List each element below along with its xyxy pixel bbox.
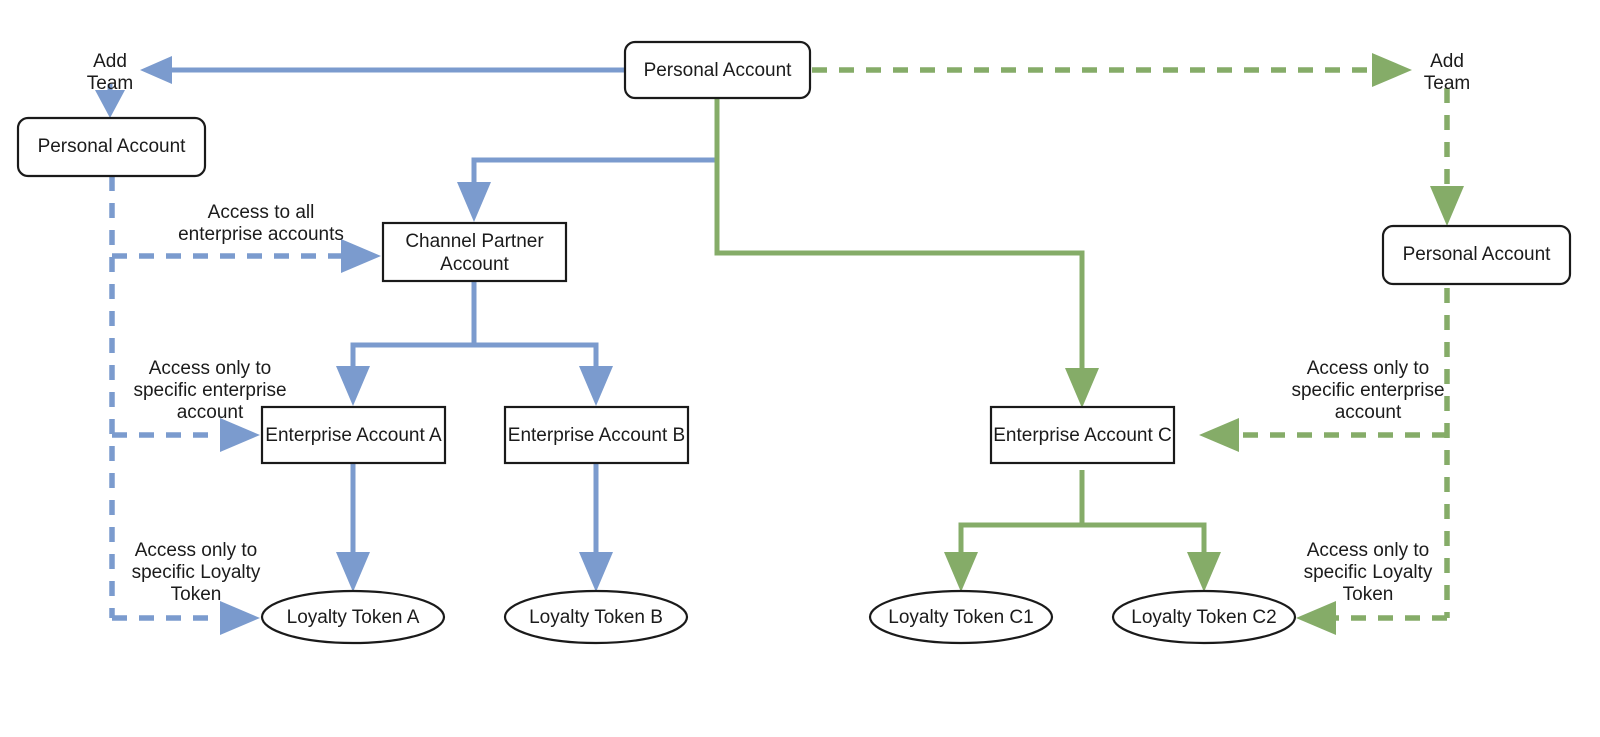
arrowhead-token-b (579, 552, 613, 592)
label-add-team-right: Add Team (1424, 51, 1470, 94)
node-enterprise-account-c[interactable]: Enterprise Account C (989, 405, 1176, 465)
left-personal-account-label: Personal Account (38, 136, 187, 157)
loyalty-token-a-label: Loyalty Token A (287, 607, 420, 628)
arrowhead-access-specific-token-right (1296, 601, 1336, 635)
right-personal-account-label: Personal Account (1403, 244, 1552, 265)
access-specific-enterprise-left-line3: account (177, 402, 244, 423)
node-loyalty-token-a[interactable]: Loyalty Token A (260, 589, 446, 645)
arrowhead-enterprise-a (336, 366, 370, 406)
add-team-right-line1: Add (1430, 51, 1464, 72)
label-access-specific-token-right: Access only to specific Loyalty Token (1304, 540, 1433, 605)
channel-partner-account-label-line1: Channel Partner (405, 231, 544, 252)
arrowhead-enterprise-c (1065, 368, 1099, 408)
node-loyalty-token-c2[interactable]: Loyalty Token C2 (1111, 589, 1297, 645)
add-team-right-line2: Team (1424, 73, 1470, 94)
arrowhead-right-personal-account (1430, 186, 1464, 226)
edge-enterprise-c-to-token-c1 (958, 470, 1085, 560)
add-team-left-line2: Team (87, 73, 133, 94)
root-personal-account-label: Personal Account (644, 60, 793, 81)
access-specific-enterprise-right-line2: specific enterprise (1291, 380, 1444, 401)
node-loyalty-token-b[interactable]: Loyalty Token B (503, 589, 689, 645)
access-specific-enterprise-right-line1: Access only to (1307, 358, 1430, 379)
enterprise-account-c-label: Enterprise Account C (993, 425, 1171, 446)
arrowhead-access-specific-token-left (220, 601, 260, 635)
arrowhead-access-specific-enterprise-left (220, 418, 260, 452)
edge-channel-partner-to-enterprise-b (474, 342, 599, 375)
node-root-personal-account[interactable]: Personal Account (623, 40, 812, 100)
arrowhead-token-c2 (1187, 552, 1221, 592)
access-specific-enterprise-left-line2: specific enterprise (133, 380, 286, 401)
enterprise-account-a-label: Enterprise Account A (265, 425, 442, 446)
edge-root-to-channel-partner (471, 98, 720, 192)
node-left-personal-account[interactable]: Personal Account (16, 116, 207, 178)
edge-enterprise-c-to-token-c2 (1082, 522, 1207, 560)
node-enterprise-account-b[interactable]: Enterprise Account B (503, 405, 690, 465)
arrowhead-access-all-enterprise (341, 239, 381, 273)
access-all-enterprise-line1: Access to all (208, 202, 315, 223)
node-loyalty-token-c1[interactable]: Loyalty Token C1 (868, 589, 1054, 645)
edge-channel-partner-to-enterprise-a (350, 280, 477, 375)
channel-partner-account-label-line2: Account (440, 254, 509, 275)
label-access-specific-enterprise-right: Access only to specific enterprise accou… (1291, 358, 1444, 423)
access-specific-token-left-line3: Token (171, 584, 222, 605)
node-enterprise-account-a[interactable]: Enterprise Account A (260, 405, 447, 465)
arrowhead-left-personal-account (95, 90, 125, 118)
label-access-specific-token-left: Access only to specific Loyalty Token (132, 540, 261, 605)
add-team-left-line1: Add (93, 51, 127, 72)
arrowhead-add-team-left (140, 56, 172, 84)
label-access-all-enterprise: Access to all enterprise accounts (178, 202, 344, 245)
access-specific-token-right-line1: Access only to (1307, 540, 1430, 561)
arrowhead-enterprise-b (579, 366, 613, 406)
node-right-personal-account[interactable]: Personal Account (1381, 224, 1572, 286)
access-specific-token-left-line1: Access only to (135, 540, 258, 561)
access-specific-token-left-line2: specific Loyalty (132, 562, 261, 583)
arrowhead-token-c1 (944, 552, 978, 592)
enterprise-account-b-label: Enterprise Account B (508, 425, 685, 446)
loyalty-token-b-label: Loyalty Token B (529, 607, 663, 628)
label-add-team-left: Add Team (87, 51, 133, 94)
loyalty-token-c1-label: Loyalty Token C1 (888, 607, 1033, 628)
access-specific-enterprise-left-line1: Access only to (149, 358, 272, 379)
edge-root-to-enterprise-c (714, 98, 1085, 375)
access-specific-token-right-line2: specific Loyalty (1304, 562, 1433, 583)
arrowhead-token-a (336, 552, 370, 592)
access-specific-token-right-line3: Token (1343, 584, 1394, 605)
loyalty-token-c2-label: Loyalty Token C2 (1131, 607, 1276, 628)
arrowhead-access-specific-enterprise-right (1199, 418, 1239, 452)
access-specific-enterprise-right-line3: account (1335, 402, 1402, 423)
access-all-enterprise-line2: enterprise accounts (178, 224, 344, 245)
arrowhead-add-team-right (1372, 53, 1412, 87)
node-channel-partner-account[interactable]: Channel Partner Account (381, 221, 568, 283)
arrowhead-channel-partner (457, 182, 491, 222)
account-hierarchy-diagram: Personal Account Personal Account Person… (0, 0, 1600, 737)
diagram-canvas: Personal Account Personal Account Person… (16, 40, 1572, 645)
